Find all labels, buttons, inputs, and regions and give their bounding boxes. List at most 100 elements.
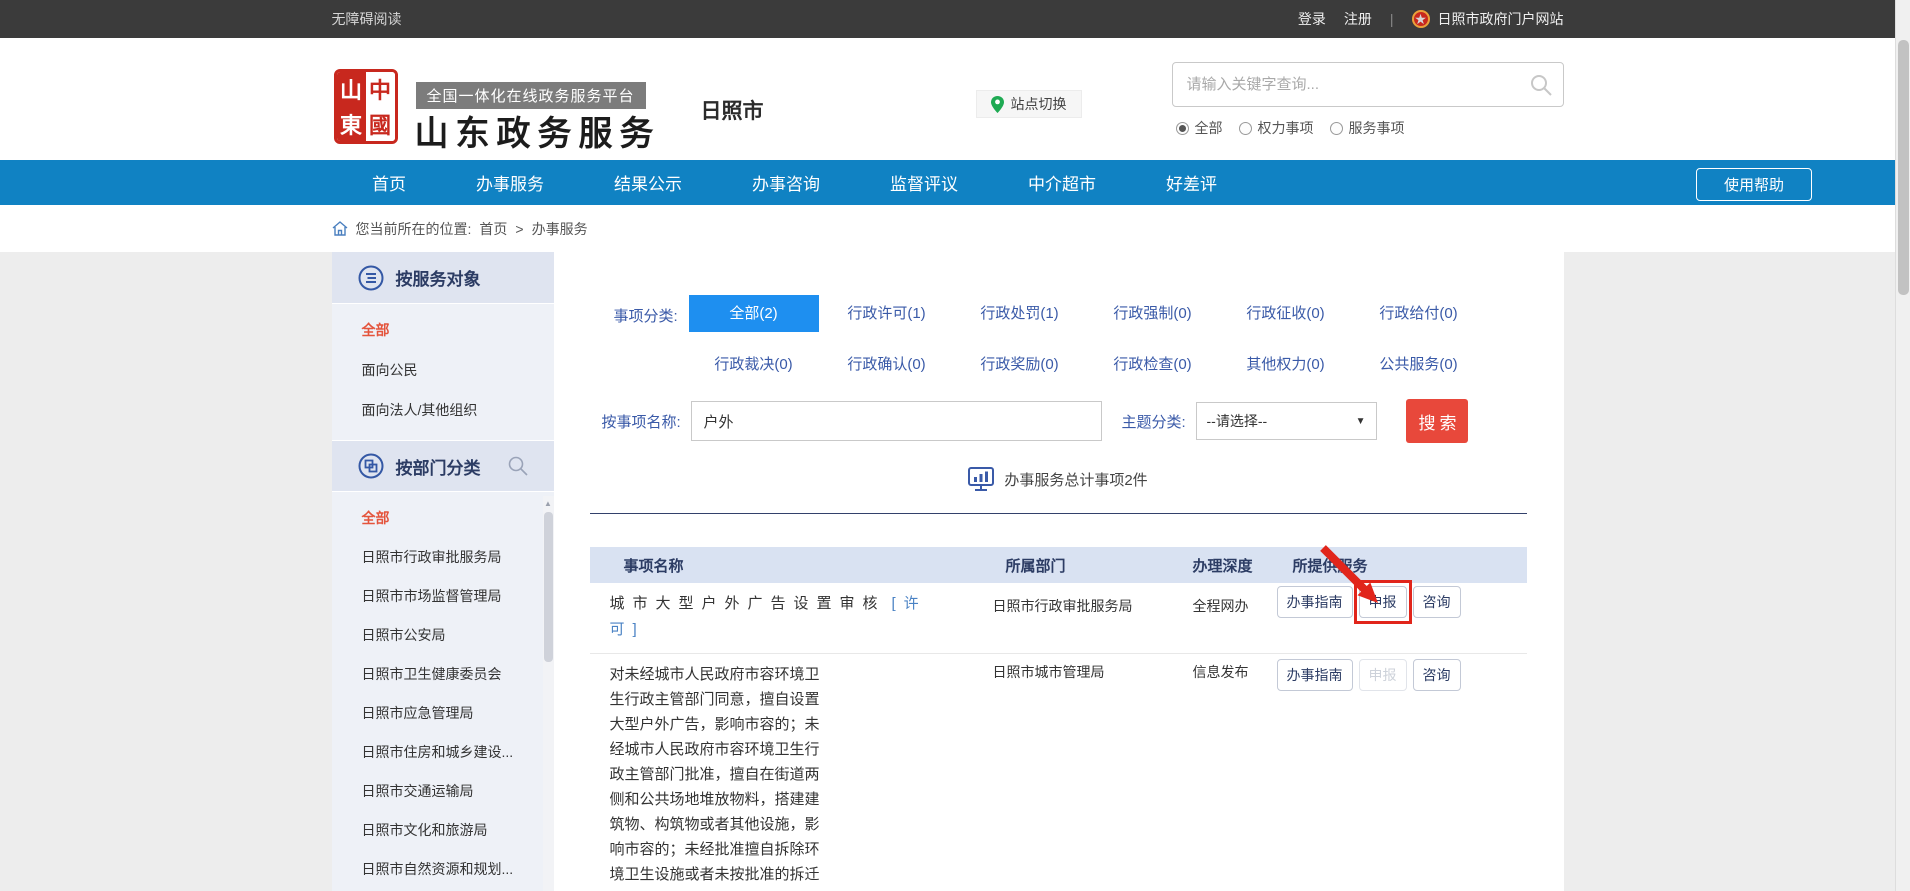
item-department: 日照市城市管理局: [988, 664, 1105, 680]
sidebar-item-dept[interactable]: 日照市文化和旅游局: [332, 810, 554, 849]
sidebar-item-dept[interactable]: 日照市市场监督管理局: [332, 576, 554, 615]
breadcrumb-prefix: 您当前所在的位置:: [356, 219, 472, 239]
nav-item-intermediary[interactable]: 中介超市: [1028, 170, 1096, 195]
category-pill[interactable]: 行政征收(0): [1221, 295, 1351, 332]
category-pill[interactable]: 公共服务(0): [1354, 346, 1484, 383]
home-icon: [332, 221, 348, 236]
category-pill-all[interactable]: 全部(2): [689, 295, 819, 332]
item-depth: 全程网办: [1193, 598, 1249, 614]
item-name-link[interactable]: 对未经城市人民政府市容环境卫生行政主管部门同意，擅自设置大型户外广告，影响市容的…: [610, 662, 828, 891]
category-pill[interactable]: 行政裁决(0): [689, 346, 819, 383]
category-pill[interactable]: 行政许可(1): [822, 295, 952, 332]
category-pill[interactable]: 行政处罚(1): [955, 295, 1085, 332]
breadcrumb-current[interactable]: 办事服务: [532, 219, 588, 239]
sidebar-item-dept[interactable]: 日照市住房和城乡建设...: [332, 732, 554, 771]
table-row: 城市大型户外广告设置审核[许可] 日照市行政审批服务局 全程网办 办事指南: [590, 583, 1527, 653]
category-pill[interactable]: 行政强制(0): [1088, 295, 1218, 332]
sidebar-section-departments: 按部门分类: [332, 440, 554, 492]
page: 无障碍阅读 登录 注册 | ★ 日照市政府门户网站 山 中 東 國 全国一体化在…: [0, 0, 1895, 891]
divider-rule: [590, 513, 1527, 514]
declare-button[interactable]: 申报: [1359, 586, 1407, 618]
sidebar-item-all-targets[interactable]: 全部: [332, 310, 554, 350]
sidebar-item-dept[interactable]: 日照市应急管理局: [332, 693, 554, 732]
item-name-label: 按事项名称:: [602, 411, 691, 432]
breadcrumb: 您当前所在的位置: 首页 > 办事服务: [332, 205, 1564, 252]
page-body: 按服务对象 全部 面向公民 面向法人/其他组织 按部门分类: [0, 252, 1895, 891]
nav-item-services[interactable]: 办事服务: [476, 170, 544, 195]
national-emblem-icon: ★: [1412, 10, 1430, 28]
sidebar-section-title: 按服务对象: [396, 265, 481, 290]
topbar-divider: |: [1390, 11, 1394, 27]
main-nav: 首页 办事服务 结果公示 办事咨询 监督评议 中介超市 好差评 使用帮助: [0, 160, 1895, 205]
city-name: 日照市: [701, 95, 764, 125]
nav-item-results[interactable]: 结果公示: [614, 170, 682, 195]
department-scrollbar-thumb[interactable]: [544, 512, 553, 662]
services-table: 事项名称 所属部门 办理深度 所提供服务 城市大型户外广告设置审核[许可] 日照…: [590, 547, 1527, 891]
page-scrollbar-thumb[interactable]: [1898, 40, 1909, 295]
topic-select[interactable]: --请选择-- ▼: [1196, 402, 1377, 440]
register-link[interactable]: 注册: [1344, 9, 1372, 29]
site-title: 山东政务服务: [415, 106, 661, 155]
table-header-department: 所属部门: [988, 555, 1193, 576]
topic-label: 主题分类:: [1122, 411, 1196, 432]
guide-button[interactable]: 办事指南: [1277, 586, 1353, 618]
topic-selected-value: --请选择--: [1207, 411, 1268, 431]
seal-char: 中: [366, 72, 395, 107]
item-department: 日照市行政审批服务局: [988, 598, 1133, 614]
sidebar-item-dept-all[interactable]: 全部: [332, 498, 554, 537]
summary-text: 办事服务总计事项2件: [1004, 469, 1147, 490]
category-pill[interactable]: 其他权力(0): [1221, 346, 1351, 383]
table-header-depth: 办理深度: [1193, 555, 1277, 576]
breadcrumb-strip: 您当前所在的位置: 首页 > 办事服务: [0, 205, 1895, 252]
scope-radio-service[interactable]: 服务事项: [1330, 118, 1405, 138]
radio-icon: [1330, 122, 1343, 135]
sidebar-item-dept[interactable]: 日照市公安局: [332, 615, 554, 654]
nav-item-consult[interactable]: 办事咨询: [752, 170, 820, 195]
category-pill-grid: 全部(2) 行政许可(1) 行政处罚(1) 行政强制(0) 行政征收(0) 行政…: [689, 295, 1484, 383]
consult-button[interactable]: 咨询: [1413, 659, 1461, 691]
site-switch-button[interactable]: 站点切换: [976, 90, 1082, 118]
category-pill[interactable]: 行政奖励(0): [955, 346, 1085, 383]
page-scrollbar[interactable]: [1895, 0, 1910, 891]
login-link[interactable]: 登录: [1298, 9, 1326, 29]
item-name-input[interactable]: [691, 401, 1102, 441]
table-row: 对未经城市人民政府市容环境卫生行政主管部门同意，擅自设置大型户外广告，影响市容的…: [590, 653, 1527, 891]
keyword-search-input[interactable]: [1173, 76, 1529, 93]
help-button[interactable]: 使用帮助: [1696, 168, 1812, 201]
breadcrumb-home[interactable]: 首页: [479, 219, 507, 239]
portal-link[interactable]: ★ 日照市政府门户网站: [1412, 9, 1564, 29]
chart-monitor-icon: [968, 467, 994, 491]
scroll-up-icon[interactable]: ▲: [543, 496, 554, 508]
scope-radio-all[interactable]: 全部: [1176, 118, 1223, 138]
category-pill[interactable]: 行政检查(0): [1088, 346, 1218, 383]
sidebar-item-dept[interactable]: 日照市交通运输局: [332, 771, 554, 810]
sidebar-item-citizens[interactable]: 面向公民: [332, 350, 554, 390]
sidebar: 按服务对象 全部 面向公民 面向法人/其他组织 按部门分类: [332, 252, 554, 891]
top-utility-bar: 无障碍阅读 登录 注册 | ★ 日照市政府门户网站: [0, 0, 1895, 38]
scope-radio-power[interactable]: 权力事项: [1239, 118, 1314, 138]
content-panel: 按服务对象 全部 面向公民 面向法人/其他组织 按部门分类: [332, 252, 1564, 891]
item-name-link[interactable]: 城市大型户外广告设置审核: [610, 595, 886, 612]
sidebar-item-dept[interactable]: 日照市卫生健康委员会: [332, 654, 554, 693]
category-pill[interactable]: 行政给付(0): [1354, 295, 1484, 332]
nav-item-rating[interactable]: 好差评: [1166, 170, 1217, 195]
sidebar-item-dept[interactable]: 日照市自然资源和规划...: [332, 849, 554, 888]
category-pill[interactable]: 行政确认(0): [822, 346, 952, 383]
search-icon[interactable]: [1529, 73, 1553, 97]
nav-item-home[interactable]: 首页: [372, 170, 406, 195]
service-buttons: 办事指南 申报 咨询: [1277, 583, 1527, 653]
nav-item-supervision[interactable]: 监督评议: [890, 170, 958, 195]
department-list-scrollbar[interactable]: ▲: [543, 496, 554, 891]
search-button[interactable]: 搜索: [1406, 399, 1468, 443]
service-target-list: 全部 面向公民 面向法人/其他组织: [332, 304, 554, 440]
department-search-icon[interactable]: [507, 455, 529, 477]
guide-button[interactable]: 办事指南: [1277, 659, 1353, 691]
consult-button[interactable]: 咨询: [1413, 586, 1461, 618]
sidebar-item-dept[interactable]: 日照市行政审批服务局: [332, 537, 554, 576]
scope-label: 全部: [1195, 118, 1223, 138]
radio-selected-icon: [1176, 122, 1189, 135]
search-scope-radios: 全部 权力事项 服务事项: [1176, 118, 1405, 138]
summary-row: 办事服务总计事项2件: [590, 467, 1527, 491]
accessibility-link[interactable]: 无障碍阅读: [332, 9, 402, 29]
sidebar-item-legal-persons[interactable]: 面向法人/其他组织: [332, 390, 554, 430]
